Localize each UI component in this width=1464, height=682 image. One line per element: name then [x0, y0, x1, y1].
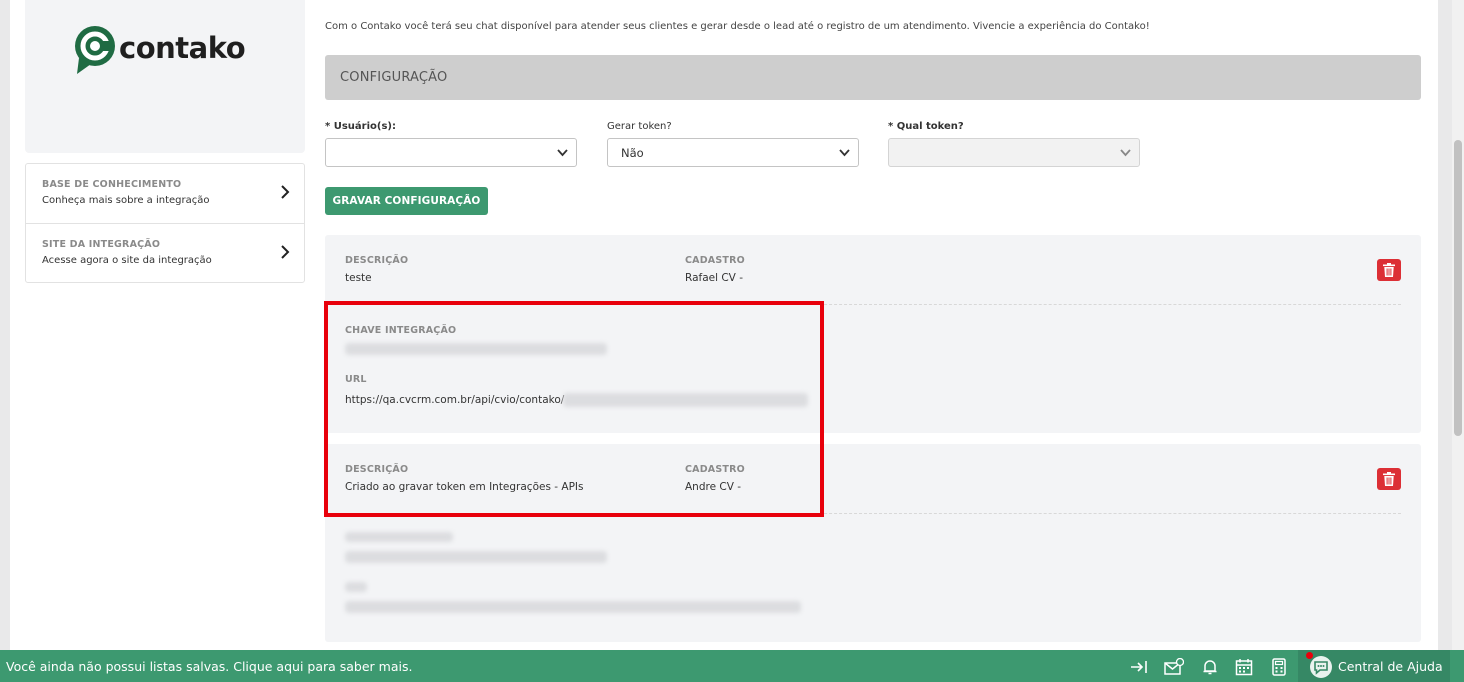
users-label: * Usuário(s): — [325, 121, 396, 132]
sidebar-link-knowledge-base[interactable]: BASE DE CONHECIMENTO Conheça mais sobre … — [26, 164, 304, 223]
save-configuration-button[interactable]: GRAVAR CONFIGURAÇÃO — [325, 187, 488, 215]
sidebar-link-title: SITE DA INTEGRAÇÃO — [42, 239, 161, 250]
logo-panel: contako — [25, 0, 305, 153]
which-token-select[interactable] — [888, 138, 1140, 167]
users-select[interactable] — [325, 138, 577, 167]
mail-icon[interactable] — [1164, 658, 1184, 676]
brand-name: contako — [119, 31, 246, 65]
sidebar-link-integration-site[interactable]: SITE DA INTEGRAÇÃO Acesse agora o site d… — [26, 223, 304, 282]
which-token-label: * Qual token? — [888, 121, 964, 132]
sidebar-link-subtitle: Acesse agora o site da integração — [42, 255, 212, 266]
generate-token-select[interactable]: Não — [607, 138, 859, 167]
help-center-label: Central de Ajuda — [1338, 659, 1443, 674]
collapse-icon[interactable] — [1130, 658, 1148, 676]
scrollbar[interactable] — [1452, 0, 1464, 650]
description-value: teste — [345, 272, 372, 284]
description-label: DESCRIÇÃO — [345, 255, 409, 266]
page: contako BASE DE CONHECIMENTO Conheça mai… — [10, 0, 1438, 682]
redacted-value — [345, 551, 607, 563]
notification-dot — [1306, 652, 1313, 659]
chevron-down-icon — [1120, 149, 1131, 157]
chevron-right-icon — [281, 245, 290, 259]
trash-icon — [1383, 263, 1395, 277]
trash-icon — [1383, 472, 1395, 486]
scrollbar-thumb[interactable] — [1454, 140, 1462, 436]
redacted-value — [345, 601, 801, 613]
contako-logo: contako — [73, 24, 246, 76]
footer-bar: Você ainda não possui listas salvas. Cli… — [0, 650, 1464, 682]
saved-lists-message[interactable]: Você ainda não possui listas salvas. Cli… — [6, 659, 412, 674]
highlight-box — [324, 301, 824, 517]
delete-button[interactable] — [1377, 468, 1401, 490]
section-header: CONFIGURAÇÃO — [325, 55, 1421, 100]
created-label: CADASTRO — [685, 255, 745, 266]
calculator-icon[interactable] — [1270, 658, 1288, 676]
calendar-icon[interactable] — [1235, 658, 1253, 676]
bell-icon[interactable] — [1201, 658, 1219, 676]
chevron-right-icon — [281, 185, 290, 199]
sidebar-link-title: BASE DE CONHECIMENTO — [42, 179, 182, 190]
intro-text: Com o Contako você terá seu chat disponí… — [325, 21, 1150, 32]
sidebar-link-subtitle: Conheça mais sobre a integração — [42, 195, 210, 206]
created-value: Rafael CV - — [685, 272, 743, 284]
delete-button[interactable] — [1377, 259, 1401, 281]
redacted-label — [345, 582, 367, 592]
generate-token-value: Não — [621, 146, 644, 160]
generate-token-label: Gerar token? — [607, 121, 672, 132]
sidebar-links: BASE DE CONHECIMENTO Conheça mais sobre … — [25, 163, 305, 283]
chevron-down-icon — [557, 149, 568, 157]
chevron-down-icon — [839, 149, 850, 157]
section-title: CONFIGURAÇÃO — [340, 70, 448, 85]
contako-logo-icon — [73, 24, 117, 76]
redacted-label — [345, 532, 453, 542]
chat-icon — [1310, 656, 1332, 678]
help-center-button[interactable]: Central de Ajuda — [1298, 650, 1450, 682]
